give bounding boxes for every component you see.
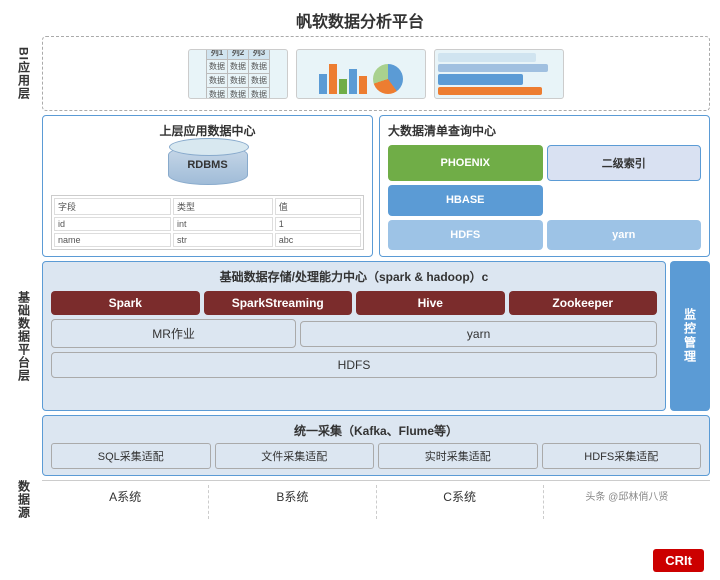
foundation-title: 基础数据存储/处理能力中心（spark & hadoop）c — [51, 268, 657, 285]
collection-item-realtime: 实时采集适配 — [378, 443, 538, 469]
left-data-center: 上层应用数据中心 RDBMS 字段类型值 idint1 namestrabc — [42, 115, 373, 257]
spark-box: Spark — [51, 291, 200, 315]
hbase-box: HBASE — [388, 185, 543, 215]
monitor-panel: 监控管理 — [670, 261, 710, 411]
empty-box — [547, 185, 702, 215]
datasource-label: 数据源 — [10, 480, 38, 519]
bi-layer-row: BI应用层 列1列2列3 数据数据数据 数据数据数据 数据数据数据 — [10, 36, 710, 111]
top-title-section: 帆软数据分析平台 — [10, 8, 710, 32]
datasource-items: A系统 B系统 C系统 头条 @邱林俏八贤 — [42, 480, 710, 519]
crit-label: CRIt — [653, 549, 704, 572]
collection-items: SQL采集适配 文件采集适配 实时采集适配 HDFS采集适配 — [51, 443, 701, 469]
collection-item-hdfs: HDFS采集适配 — [542, 443, 702, 469]
zookeeper-box: Zookeeper — [509, 291, 658, 315]
middle-section: 上层应用数据中心 RDBMS 字段类型值 idint1 namestrabc 大… — [42, 115, 710, 257]
foundation-layer-content: 基础数据存储/处理能力中心（spark & hadoop）c Spark Spa… — [42, 261, 666, 411]
hdfs-right-box: HDFS — [388, 220, 543, 250]
datasource-a: A系统 — [42, 485, 209, 519]
screenshot-2 — [296, 49, 426, 99]
foundation-with-monitor: 基础数据存储/处理能力中心（spark & hadoop）c Spark Spa… — [42, 261, 710, 411]
middle-layer-row: 上层应用数据中心 RDBMS 字段类型值 idint1 namestrabc 大… — [10, 115, 710, 257]
collection-item-file: 文件采集适配 — [215, 443, 375, 469]
table-preview: 字段类型值 idint1 namestrabc — [51, 195, 364, 250]
datasource-c: C系统 — [377, 485, 544, 519]
platform-title: 帆软数据分析平台 — [296, 14, 424, 31]
datasource-watermark: 头条 @邱林俏八贤 — [544, 485, 710, 519]
foundation-right: 基础数据存储/处理能力中心（spark & hadoop）c Spark Spa… — [42, 261, 710, 411]
collection-item-sql: SQL采集适配 — [51, 443, 211, 469]
foundation-layer-row: 基础数据平台层 基础数据存储/处理能力中心（spark & hadoop）c S… — [10, 261, 710, 411]
yarn-box: yarn — [300, 321, 657, 347]
hive-box: Hive — [356, 291, 505, 315]
foundation-layer-label: 基础数据平台层 — [10, 261, 38, 411]
rdbms-container: RDBMS — [168, 145, 248, 185]
collection-title: 统一采集（Kafka、Flume等） — [51, 422, 701, 439]
rdbms-label: RDBMS — [187, 159, 227, 171]
tech-row-main: Spark SparkStreaming Hive Zookeeper — [51, 291, 657, 315]
yarn-right-box: yarn — [547, 220, 702, 250]
collection-layer-row: 统一采集（Kafka、Flume等） SQL采集适配 文件采集适配 实时采集适配… — [10, 415, 710, 476]
bi-layer-label: BI应用层 — [10, 36, 38, 111]
hdfs-box: HDFS — [51, 352, 657, 378]
main-container: 帆软数据分析平台 BI应用层 列1列2列3 数据数据数据 数据数据数据 数据数据… — [0, 0, 720, 580]
secondary-index-box: 二级索引 — [547, 145, 702, 181]
right-data-center: 大数据清单查询中心 PHOENIX 二级索引 HBASE HDFS yarn — [379, 115, 710, 257]
rdbms-cylinder: RDBMS — [168, 145, 248, 185]
mr-box: MR作业 — [51, 319, 296, 348]
crit-watermark: CRIt — [653, 549, 704, 572]
screenshot-1: 列1列2列3 数据数据数据 数据数据数据 数据数据数据 — [188, 49, 288, 99]
phoenix-box: PHOENIX — [388, 145, 543, 181]
mr-yarn-row: MR作业 yarn — [51, 319, 657, 348]
right-dc-grid: PHOENIX 二级索引 HBASE HDFS yarn — [388, 145, 701, 250]
collection-layer-content: 统一采集（Kafka、Flume等） SQL采集适配 文件采集适配 实时采集适配… — [42, 415, 710, 476]
sparkstreaming-box: SparkStreaming — [204, 291, 353, 315]
bi-screenshots: 列1列2列3 数据数据数据 数据数据数据 数据数据数据 — [188, 43, 564, 104]
hdfs-row: HDFS — [51, 352, 657, 378]
bi-layer-content: 列1列2列3 数据数据数据 数据数据数据 数据数据数据 — [42, 36, 710, 111]
left-dc-title: 上层应用数据中心 — [159, 122, 255, 139]
screenshot-3 — [434, 49, 564, 99]
datasource-b: B系统 — [209, 485, 376, 519]
right-dc-title: 大数据清单查询中心 — [388, 122, 701, 139]
datasource-row: 数据源 A系统 B系统 C系统 头条 @邱林俏八贤 — [10, 480, 710, 519]
